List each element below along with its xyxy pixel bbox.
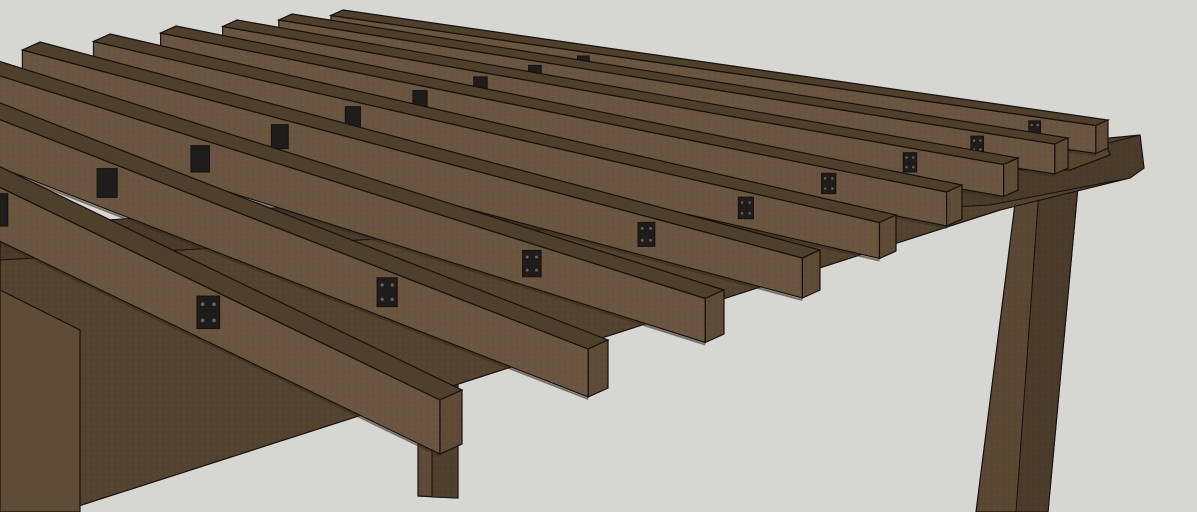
- bracket-hole: [912, 156, 915, 159]
- bracket: [196, 295, 221, 330]
- bracket-hole: [640, 239, 644, 242]
- bracket-hole: [979, 139, 982, 142]
- bracket: [376, 277, 398, 308]
- bracket-hole: [831, 187, 834, 190]
- bracket-hole: [212, 318, 216, 323]
- rafter-end-grain: [802, 250, 820, 298]
- bracket: [270, 124, 289, 150]
- bracket: [96, 168, 118, 198]
- rafter-end-grain: [440, 390, 462, 454]
- pergola-scene: [0, 0, 1197, 512]
- bracket-hole: [831, 177, 834, 180]
- bracket: [902, 152, 918, 173]
- bracket-hole: [912, 165, 915, 169]
- bracket-hole: [740, 212, 744, 215]
- bracket: [737, 196, 754, 220]
- bracket-hole: [905, 165, 908, 169]
- bracket-hole: [640, 227, 644, 230]
- bracket-hole: [390, 283, 394, 287]
- bracket-hole: [748, 212, 751, 215]
- bracket: [0, 193, 9, 227]
- bracket-hole: [390, 297, 394, 302]
- bracket-hole: [748, 201, 751, 204]
- bracket-hole: [535, 268, 538, 272]
- rafter-end-grain: [946, 185, 962, 226]
- rafter-end-grain: [705, 290, 724, 343]
- bracket: [821, 172, 837, 195]
- bracket: [637, 221, 656, 247]
- bracket-hole: [525, 255, 529, 259]
- bracket-hole: [979, 148, 982, 151]
- bracket-hole: [200, 318, 205, 323]
- rafter-end-grain: [1054, 138, 1068, 174]
- bracket-hole: [1036, 123, 1039, 127]
- rafter-end-grain: [588, 340, 608, 397]
- rafter-end-grain: [879, 215, 896, 259]
- bracket-hole: [200, 302, 205, 307]
- bracket-hole: [525, 268, 529, 272]
- pergola-illustration: [0, 0, 1197, 512]
- bracket-hole: [905, 156, 908, 159]
- rafter-end-grain: [1095, 120, 1108, 154]
- bracket-hole: [740, 201, 744, 204]
- bracket-hole: [212, 302, 216, 307]
- bracket-hole: [972, 139, 976, 142]
- bracket-hole: [380, 297, 384, 302]
- bracket-hole: [1030, 123, 1033, 127]
- bracket-hole: [649, 239, 652, 242]
- bracket-hole: [535, 255, 538, 259]
- bracket-hole: [380, 283, 384, 287]
- bracket: [522, 249, 542, 278]
- bracket-hole: [823, 177, 827, 180]
- bracket: [190, 145, 210, 173]
- bracket-hole: [823, 187, 827, 190]
- rafter-end-grain: [1003, 158, 1018, 197]
- bracket-hole: [649, 227, 652, 230]
